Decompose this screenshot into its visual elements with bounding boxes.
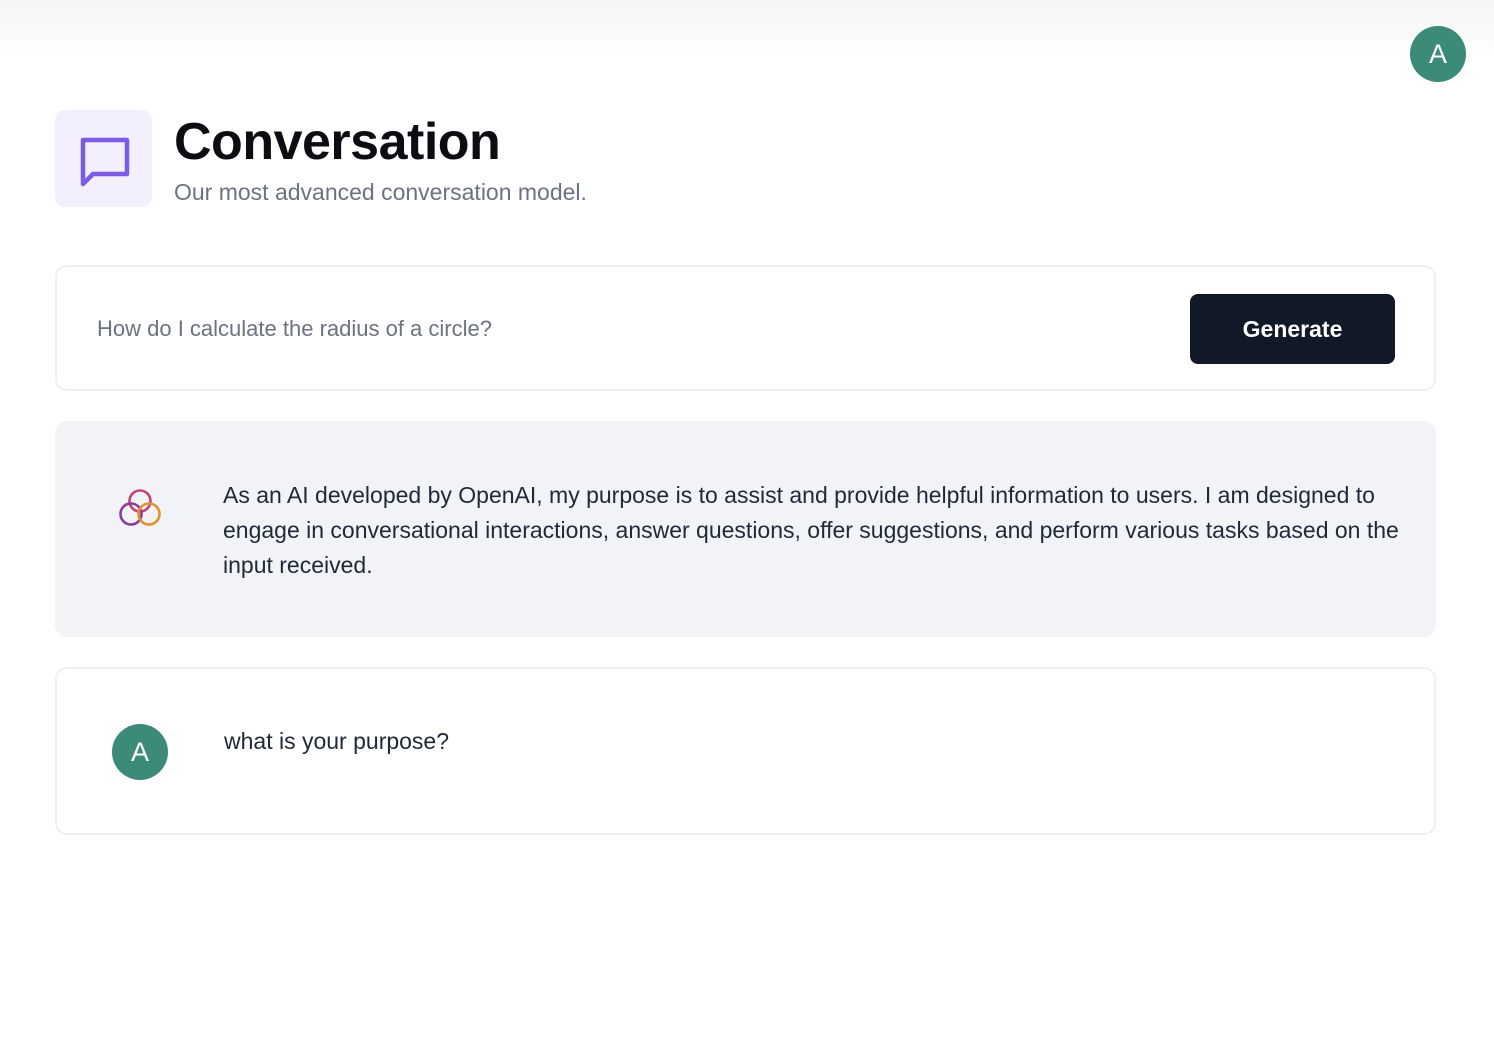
- page-title: Conversation: [174, 113, 501, 171]
- user-message: A what is your purpose?: [55, 667, 1436, 835]
- prompt-input[interactable]: [97, 311, 1157, 347]
- avatar-initial: A: [130, 736, 149, 767]
- bot-message: As an AI developed by OpenAI, my purpose…: [55, 421, 1436, 637]
- user-avatar[interactable]: A: [1410, 26, 1466, 82]
- page-icon-container: [55, 110, 152, 207]
- user-message-avatar: A: [112, 724, 168, 780]
- user-message-text: what is your purpose?: [224, 728, 450, 754]
- prompt-form: Generate: [55, 265, 1436, 391]
- generate-button[interactable]: Generate: [1190, 294, 1395, 364]
- bot-message-text: As an AI developed by OpenAI, my purpose…: [223, 482, 1399, 578]
- page-subtitle: Our most advanced conversation model.: [174, 179, 587, 205]
- avatar-initial: A: [1428, 38, 1447, 69]
- openai-logo-icon: [119, 489, 161, 526]
- message-square-icon: [80, 137, 129, 186]
- top-bar: [0, 0, 1494, 60]
